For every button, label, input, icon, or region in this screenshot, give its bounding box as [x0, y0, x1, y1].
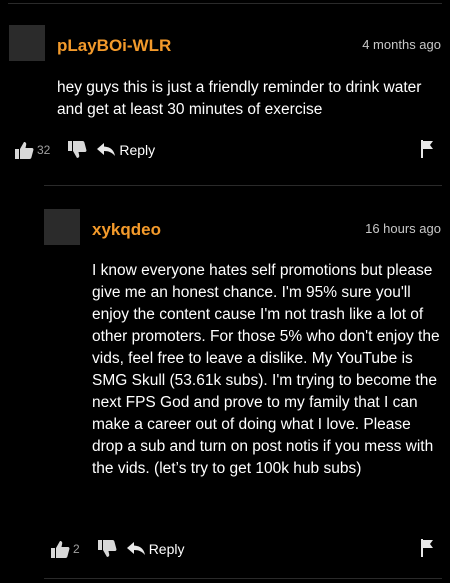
comment-text: hey guys this is just a friendly reminde…: [57, 79, 422, 118]
flag-icon[interactable]: [420, 539, 434, 557]
reply-label: Reply: [148, 541, 185, 557]
comment-text: I know everyone hates self promotions bu…: [92, 262, 440, 477]
comment-username[interactable]: xykqdeo: [92, 220, 161, 240]
thumbs-down-icon[interactable]: [67, 140, 87, 160]
top-divider: [8, 3, 442, 4]
reply-label: Reply: [119, 142, 156, 158]
like-count: 32: [37, 143, 51, 157]
comment-username[interactable]: pLayBOi-WLR: [57, 36, 171, 56]
thumbs-down-icon[interactable]: [97, 539, 117, 559]
avatar[interactable]: [44, 209, 80, 245]
reply-arrow-icon: [97, 143, 116, 157]
avatar[interactable]: [9, 25, 45, 61]
comment-timestamp: 4 months ago: [362, 37, 441, 52]
thumbs-up-icon[interactable]: [14, 140, 34, 160]
comment-divider: [44, 185, 442, 186]
bottom-divider: [44, 578, 442, 579]
reply-button[interactable]: Reply: [97, 142, 155, 158]
thumbs-up-icon[interactable]: [50, 539, 70, 559]
comment-actions: 2 Reply: [50, 539, 184, 559]
like-count: 2: [73, 542, 80, 556]
reply-arrow-icon: [126, 542, 145, 556]
comment-timestamp: 16 hours ago: [365, 221, 441, 236]
flag-icon[interactable]: [420, 140, 434, 158]
reply-button[interactable]: Reply: [126, 541, 185, 557]
comment-actions: 32 Reply: [14, 140, 155, 160]
